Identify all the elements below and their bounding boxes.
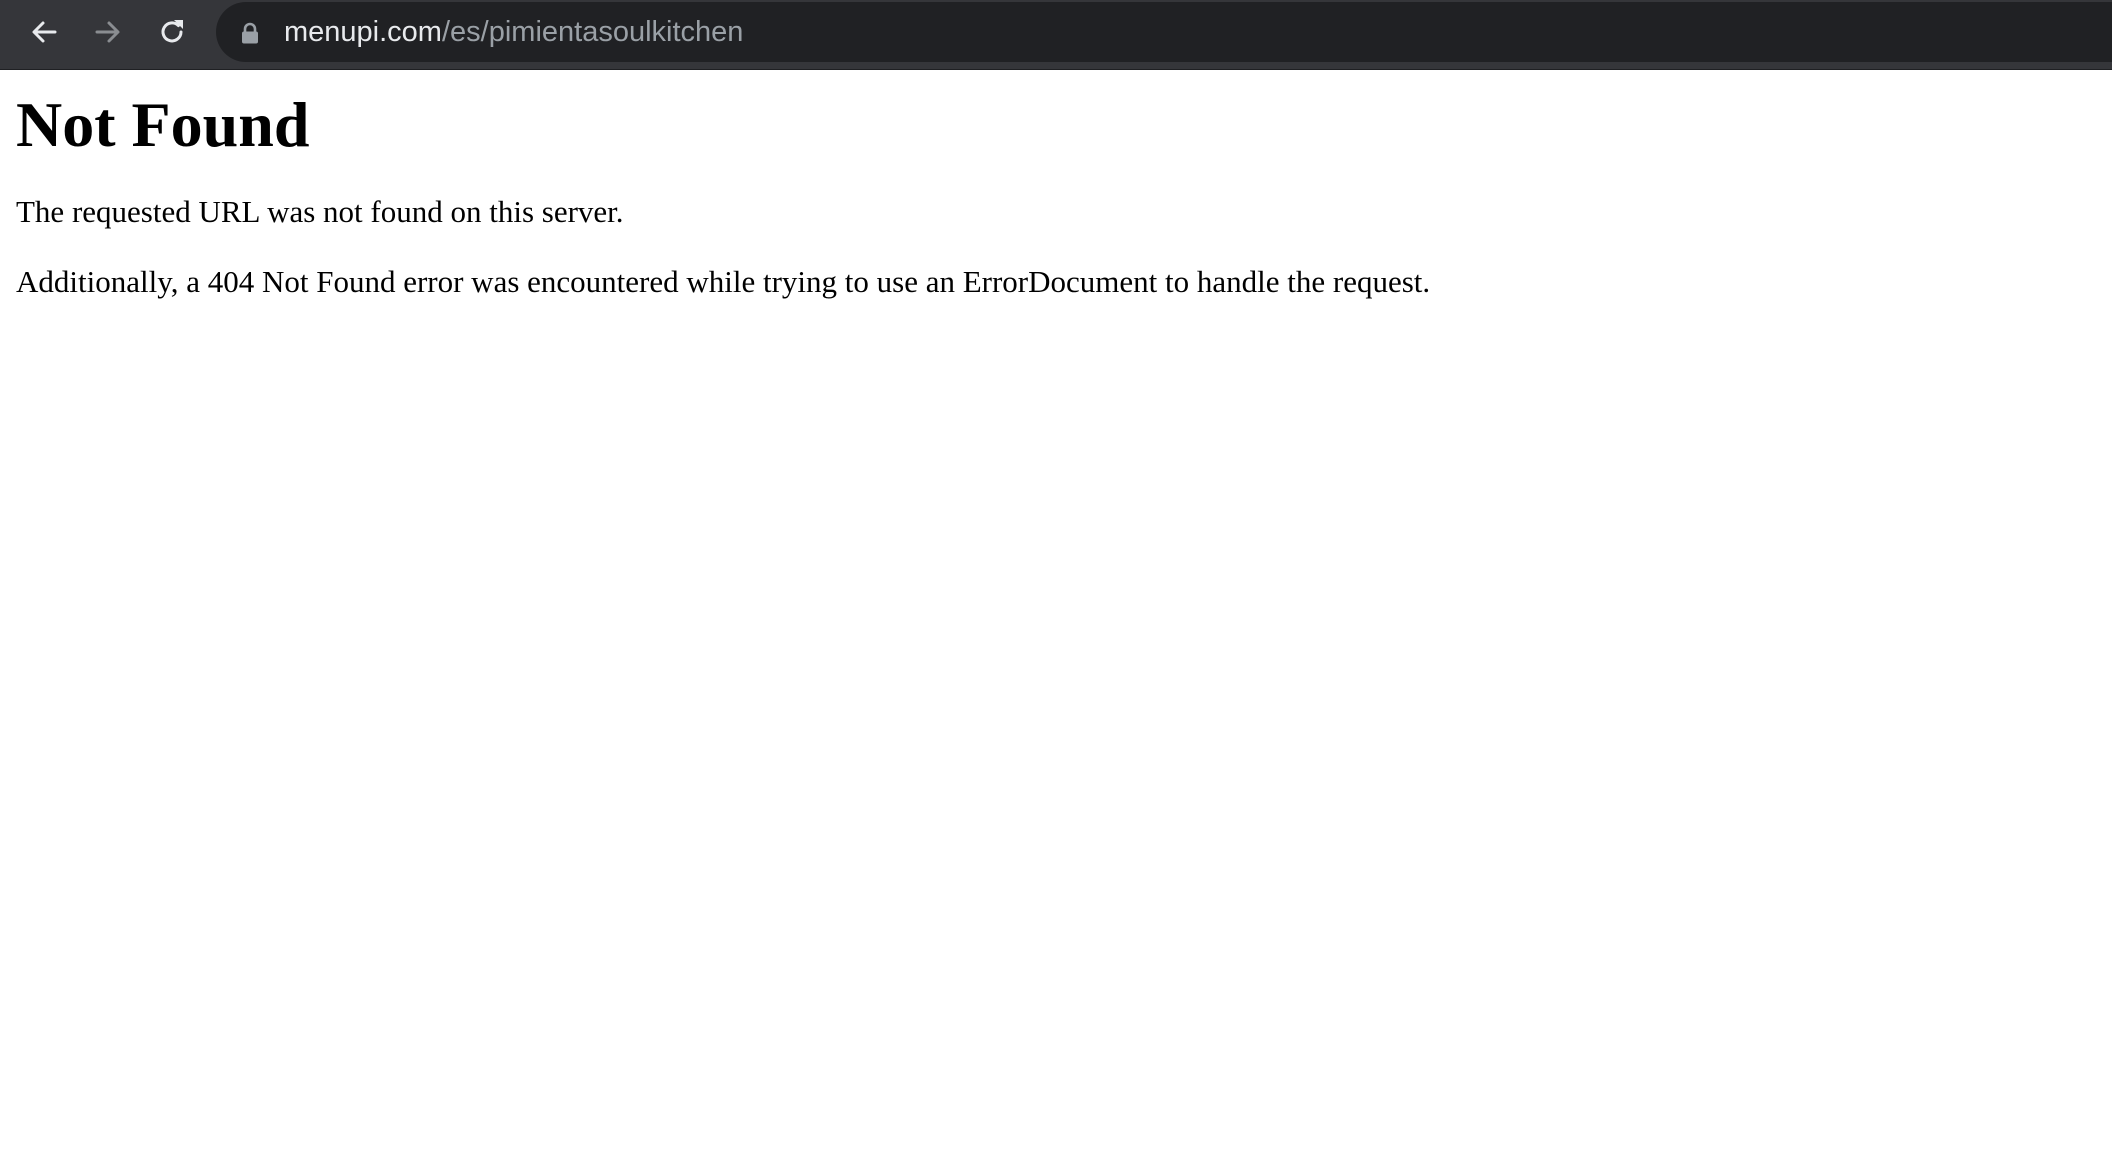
page-content: Not Found The requested URL was not foun… — [16, 72, 2096, 300]
lock-icon — [242, 22, 258, 44]
reload-icon — [161, 20, 183, 43]
back-button[interactable] — [20, 8, 68, 56]
url-path: /es/pimientasoulkitchen — [441, 16, 744, 48]
arrow-left-icon — [32, 21, 57, 43]
url-host: menupi.com — [284, 16, 442, 48]
reload-button[interactable] — [148, 8, 196, 56]
arrow-right-icon — [95, 21, 120, 43]
forward-button[interactable] — [84, 8, 132, 56]
page-title: Not Found — [16, 89, 310, 160]
error-detail: Additionally, a 404 Not Found error was … — [16, 264, 1431, 299]
browser-toolbar: menupi.com/es/pimientasoulkitchen — [0, 0, 2112, 70]
url-text: menupi.com/es/pimientasoulkitchen — [284, 2, 743, 62]
error-message: The requested URL was not found on this … — [16, 194, 624, 229]
address-bar[interactable]: menupi.com/es/pimientasoulkitchen — [216, 2, 2112, 62]
